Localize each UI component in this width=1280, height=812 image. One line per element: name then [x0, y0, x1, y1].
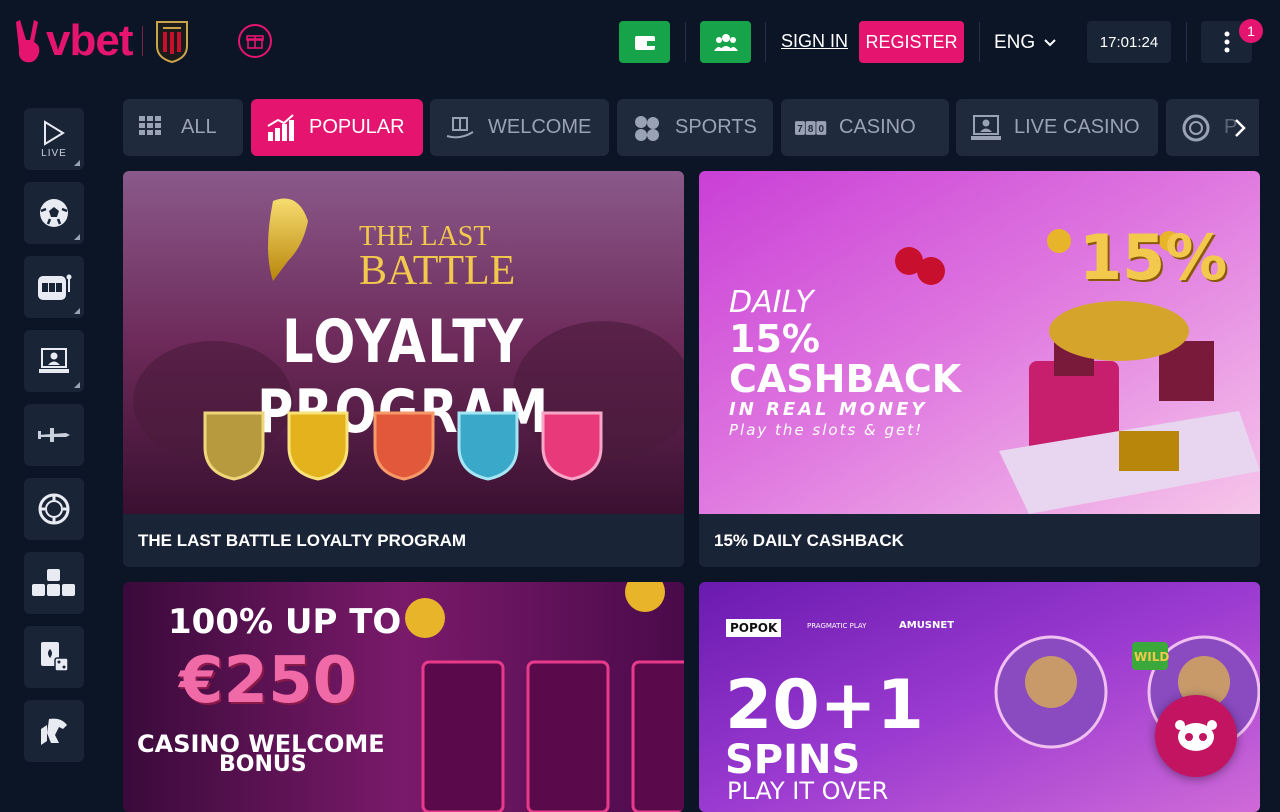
tab-sports[interactable]: SPORTS	[617, 99, 773, 156]
tab-live-casino[interactable]: LIVE CASINO	[956, 99, 1158, 156]
svg-text:8: 8	[808, 123, 814, 134]
wallet-icon	[634, 36, 655, 50]
language-label: ENG	[994, 32, 1036, 53]
promo-card-spins[interactable]: POPOK PRAGMATIC PLAY AMUSNET WILD 20+1 S…	[699, 582, 1260, 812]
notification-badge: 1	[1239, 19, 1263, 43]
live-label: LIVE	[41, 147, 67, 159]
tab-label: POPULAR	[309, 116, 405, 138]
logo-divider	[142, 26, 144, 56]
sidebar: LIVE	[24, 108, 84, 774]
poker-chip-icon	[38, 493, 70, 525]
777-icon: 780	[795, 120, 827, 135]
soccer-ball-icon	[40, 199, 68, 227]
provider-pragmatic-logo: PRAGMATIC PLAY	[807, 622, 867, 630]
loyalty-brand-bottom: BATTLE	[359, 248, 516, 294]
loyalty-badges	[201, 407, 611, 483]
wallet-button[interactable]	[619, 21, 670, 63]
cashback-badge: 15%	[1079, 221, 1228, 294]
logo-text: vbet	[46, 16, 133, 65]
sidebar-item-poker[interactable]	[24, 478, 84, 540]
sidebar-item-sports[interactable]	[24, 182, 84, 244]
chip-icon	[1182, 114, 1210, 141]
cashback-line3: CASHBACK	[729, 357, 962, 401]
sidebar-item-racing[interactable]	[24, 700, 84, 762]
tab-casino[interactable]: 780 CASINO	[781, 99, 949, 156]
promo-title: 15% DAILY CASHBACK	[714, 531, 904, 550]
slot-machine-icon	[38, 274, 72, 300]
sidebar-item-aviator[interactable]	[24, 404, 84, 466]
wild-symbol-label: WILD	[1134, 650, 1170, 664]
tabs-next-arrow[interactable]	[1226, 112, 1254, 144]
chat-support-button[interactable]	[1155, 695, 1237, 777]
svg-text:7: 7	[797, 123, 803, 134]
svg-text:0: 0	[819, 123, 825, 134]
tab-welcome[interactable]: WELCOME	[430, 99, 609, 156]
tab-label: WELCOME	[488, 116, 592, 138]
spins-line3: PLAY IT OVER	[727, 777, 889, 805]
sidebar-item-games[interactable]	[24, 552, 84, 614]
gift-icon	[246, 35, 264, 49]
header: vbet SIGN IN REGISTER ENG 17:01:24 1	[0, 0, 1280, 84]
header-divider	[979, 22, 980, 62]
welcome-line1: 100% UP TO	[168, 602, 402, 642]
promo-title: THE LAST BATTLE LOYALTY PROGRAM	[138, 531, 467, 550]
gift-hand-icon	[446, 116, 474, 138]
welcome-line4: BONUS	[219, 752, 307, 777]
ogc-nice-crest-icon	[156, 21, 189, 64]
aviator-plane-icon	[38, 428, 70, 442]
community-button[interactable]	[700, 21, 751, 63]
dealer-icon	[971, 114, 1001, 140]
sidebar-item-live-casino[interactable]	[24, 330, 84, 392]
tab-label: LIVE CASINO	[1014, 116, 1140, 138]
tab-label: CASINO	[839, 116, 916, 138]
tab-all[interactable]: ALL	[123, 99, 243, 156]
promo-card-loyalty[interactable]: THE LAST BATTLE LOYALTY PROGRAM THE LAST…	[123, 171, 684, 567]
tab-popular[interactable]: POPULAR	[251, 99, 423, 156]
tab-label: ALL	[181, 116, 217, 138]
chevron-right-icon	[1235, 119, 1246, 137]
sign-in-link[interactable]: SIGN IN	[781, 31, 848, 52]
header-divider	[1186, 22, 1187, 62]
cards-dice-icon	[41, 642, 69, 672]
keyboard-keys-icon	[32, 569, 75, 596]
cashback-line1: DAILY	[729, 285, 814, 320]
category-tabs: ALL POPULAR WELCOME SPORTS 780 CASINO LI…	[123, 99, 1259, 156]
sidebar-item-table-games[interactable]	[24, 626, 84, 688]
balls-icon	[635, 115, 659, 141]
grid-icon	[139, 115, 161, 135]
victory-hand-logo-icon	[16, 20, 40, 63]
clock: 17:01:24	[1087, 21, 1171, 63]
welcome-line2: €250	[179, 644, 358, 718]
cashback-line4: IN REAL MONEY	[729, 399, 928, 420]
live-play-icon	[44, 119, 65, 146]
tab-label: SPORTS	[675, 116, 757, 138]
spins-line2: SPINS	[725, 737, 861, 783]
register-button[interactable]: REGISTER	[859, 21, 964, 63]
trending-chart-icon	[267, 113, 294, 141]
cashback-line2: 15%	[729, 317, 820, 361]
sidebar-item-slots[interactable]	[24, 256, 84, 318]
gift-button[interactable]	[238, 24, 272, 58]
provider-amusnet-logo: AMUSNET	[899, 620, 955, 631]
promo-card-welcome-bonus[interactable]: 100% UP TO €250 CASINO WELCOME BONUS	[123, 582, 684, 812]
vbet-logo[interactable]: vbet	[14, 16, 191, 66]
live-casino-icon	[39, 348, 69, 373]
vertical-dots-icon	[1224, 31, 1229, 53]
promo-card-cashback[interactable]: 15% DAILY 15% CASHBACK IN REAL MONEY Pla…	[699, 171, 1260, 567]
header-divider	[765, 22, 766, 62]
users-group-icon	[713, 34, 738, 51]
cashback-line5: Play the slots & get!	[729, 421, 924, 439]
sidebar-item-live[interactable]: LIVE	[24, 108, 84, 170]
spins-line1: 20+1	[725, 666, 924, 745]
language-selector[interactable]: ENG	[994, 32, 1057, 54]
header-divider	[685, 22, 686, 62]
horse-racing-icon	[41, 718, 67, 745]
chevron-down-icon	[1044, 39, 1056, 47]
provider-popok-logo: POPOK	[726, 619, 782, 637]
chat-mascot-icon	[1175, 720, 1217, 751]
tier-badges-icon	[203, 411, 603, 481]
